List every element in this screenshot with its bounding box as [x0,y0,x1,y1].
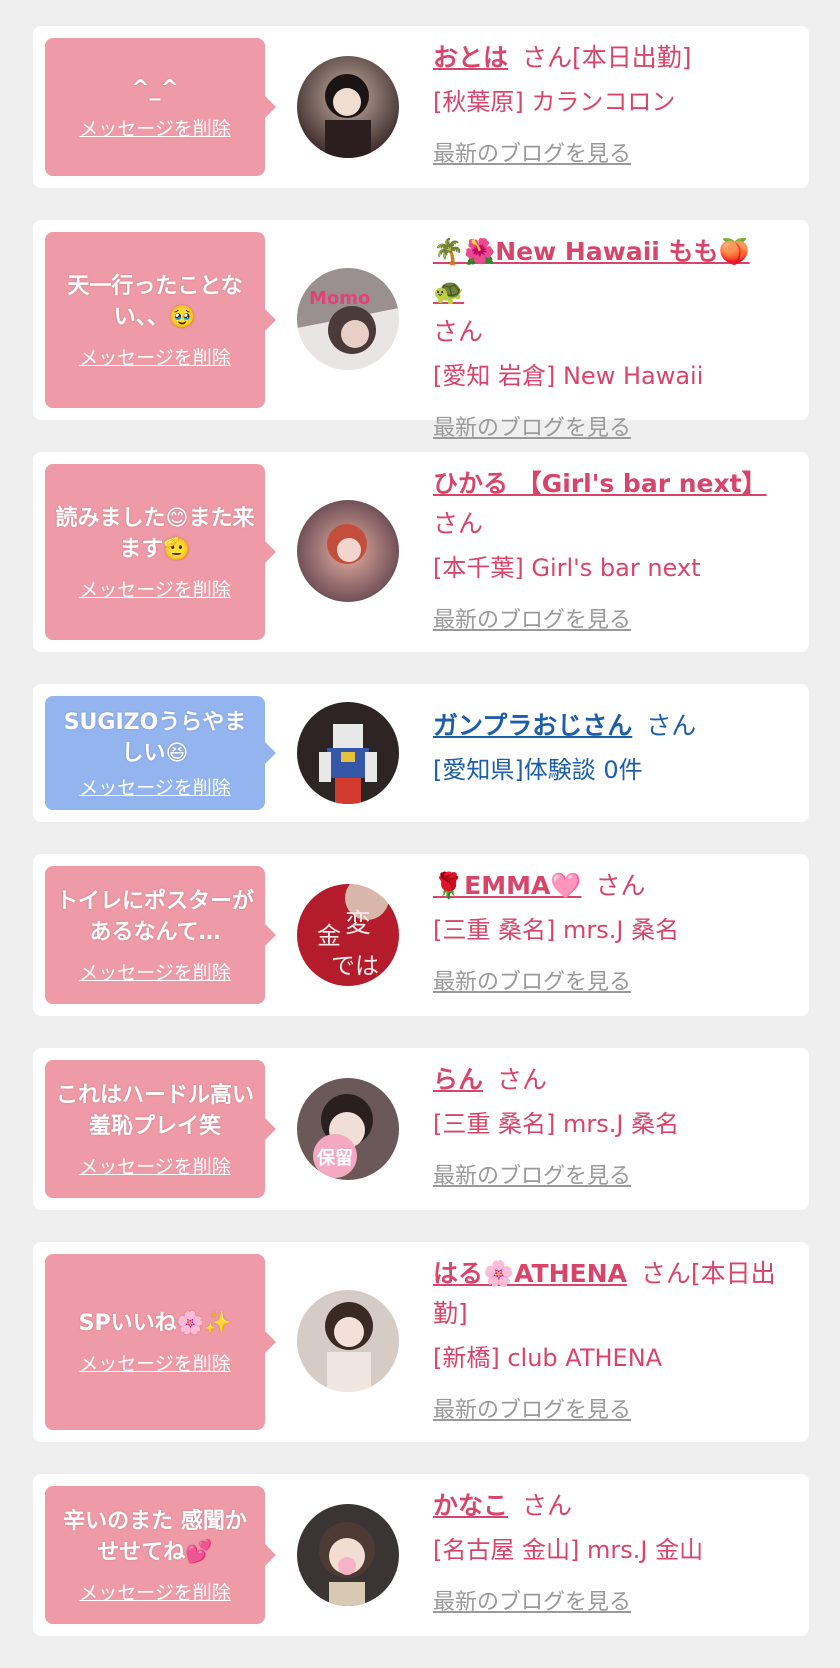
avatar[interactable] [297,1504,399,1606]
user-name-link[interactable]: ガンプラおじさん [433,711,632,740]
message-text: 辛いのまた 感聞かせせてね💕 [63,1508,247,1565]
message-text: トイレにポスターがあるなんて… [55,888,254,945]
user-info: 🌴🌺New Hawaii もも🍑🐢 さん [愛知 岩倉] New Hawaii 最… [433,232,789,442]
user-name-link[interactable]: はる🌸ATHENA [433,1259,627,1288]
shop-label: [新橋] club ATHENA [433,1344,663,1372]
avatar[interactable] [297,500,399,602]
avatar[interactable] [297,702,399,804]
delete-message-link[interactable]: メッセージを削除 [79,1349,231,1376]
shop-label: [三重 桑名] mrs.J 桑名 [433,916,680,944]
message-text: 読みました😊また来ます🫡 [55,505,255,562]
shop-label: [本千葉] Girl's bar next [433,554,701,582]
user-name-link[interactable]: 🌴🌺New Hawaii もも🍑🐢 [433,237,750,306]
message-bubble: これはハードル高い羞恥プレイ笑 メッセージを削除 [45,1060,276,1198]
honorific: さん [433,317,484,346]
view-blog-link[interactable]: 最新のブログを見る [433,1584,631,1616]
svg-text:金: 金 [317,922,341,950]
honorific: さん [522,1491,573,1520]
honorific: さん[本日出勤] [522,43,692,72]
view-blog-link[interactable]: 最新のブログを見る [433,964,631,996]
shop-label: [三重 桑名] mrs.J 桑名 [433,1110,680,1138]
message-card: SPいいね🌸✨ メッセージを削除 はる🌸ATHENA さん[本日出勤] [新橋] … [33,1242,809,1442]
user-name-link[interactable]: 🌹EMMA🩷 [433,871,581,900]
delete-message-link[interactable]: メッセージを削除 [79,343,231,370]
message-card: 天一行ったことない、、🥹 メッセージを削除 Momo 🌴🌺New Hawaii … [33,220,809,441]
avatar[interactable]: 金変では [297,884,399,986]
delete-message-link[interactable]: メッセージを削除 [79,575,231,602]
honorific: さん [646,711,697,740]
message-bubble: 天一行ったことない、、🥹 メッセージを削除 [45,232,276,408]
user-info: 🌹EMMA🩷 さん [三重 桑名] mrs.J 桑名 最新のブログを見る [433,866,789,996]
message-bubble: SUGIZOうらやましい😆 メッセージを削除 [45,696,276,810]
delete-message-link[interactable]: メッセージを削除 [79,958,231,985]
user-name-link[interactable]: ひかる 【Girl's bar next】 [433,469,767,498]
message-card: これはハードル高い羞恥プレイ笑 メッセージを削除 保留 らん さん [三重 桑名]… [33,1048,809,1210]
user-name-link[interactable]: らん [433,1065,483,1094]
message-text: ^_^ [131,76,179,101]
message-bubble: 読みました😊また来ます🫡 メッセージを削除 [45,464,276,640]
view-blog-link[interactable]: 最新のブログを見る [433,1392,631,1424]
avatar[interactable] [297,56,399,158]
delete-message-link[interactable]: メッセージを削除 [79,1152,231,1179]
message-card: SUGIZOうらやましい😆 メッセージを削除 ガンプラおじさん さん [愛知県]体… [33,684,809,822]
user-name-link[interactable]: かなこ [433,1491,508,1520]
message-card: 読みました😊また来ます🫡 メッセージを削除 ひかる 【Girl's bar ne… [33,452,809,652]
honorific: さん [595,871,646,900]
user-info: かなこ さん [名古屋 金山] mrs.J 金山 最新のブログを見る [433,1486,789,1616]
view-blog-link[interactable]: 最新のブログを見る [433,602,631,634]
user-name-link[interactable]: おとは [433,43,508,72]
svg-text:変: 変 [345,909,371,939]
message-text: これはハードル高い羞恥プレイ笑 [55,1082,254,1139]
svg-text:保留: 保留 [316,1147,353,1169]
user-info: はる🌸ATHENA さん[本日出勤] [新橋] club ATHENA 最新のブロ… [433,1254,789,1424]
message-bubble: 辛いのまた 感聞かせせてね💕 メッセージを削除 [45,1486,276,1624]
shop-label: [愛知県]体験談 0件 [433,756,643,784]
message-card: 辛いのまた 感聞かせせてね💕 メッセージを削除 かなこ さん [名古屋 金山] m… [33,1474,809,1636]
avatar[interactable] [297,1290,399,1392]
honorific: さん [497,1065,548,1094]
shop-label: [秋葉原] カランコロン [433,88,676,116]
delete-message-link[interactable]: メッセージを削除 [79,1578,231,1605]
view-blog-link[interactable]: 最新のブログを見る [433,136,631,168]
message-bubble: トイレにポスターがあるなんて… メッセージを削除 [45,866,276,1004]
user-info: らん さん [三重 桑名] mrs.J 桑名 最新のブログを見る [433,1060,789,1190]
view-blog-link[interactable]: 最新のブログを見る [433,1158,631,1190]
delete-message-link[interactable]: メッセージを削除 [79,773,231,800]
user-info: ひかる 【Girl's bar next】さん [本千葉] Girl's bar… [433,464,789,634]
svg-text:では: では [331,952,379,980]
user-info: おとは さん[本日出勤] [秋葉原] カランコロン 最新のブログを見る [433,38,789,168]
message-bubble: ^_^ メッセージを削除 [45,38,276,176]
svg-text:Momo: Momo [309,288,370,309]
message-bubble: SPいいね🌸✨ メッセージを削除 [45,1254,276,1430]
avatar[interactable]: Momo [297,268,399,370]
shop-label: [愛知 岩倉] New Hawaii [433,362,704,390]
message-card: ^_^ メッセージを削除 おとは さん[本日出勤] [秋葉原] カランコロン 最新… [33,26,809,188]
shop-label: [名古屋 金山] mrs.J 金山 [433,1536,704,1564]
user-info: ガンプラおじさん さん [愛知県]体験談 0件 [433,706,789,790]
message-text: SPいいね🌸✨ [78,1311,232,1336]
message-card: トイレにポスターがあるなんて… メッセージを削除 金変では 🌹EMMA🩷 さん [… [33,854,809,1016]
avatar[interactable]: 保留 [297,1078,399,1180]
message-text: SUGIZOうらやましい😆 [63,709,247,766]
message-text: 天一行ったことない、、🥹 [67,273,243,330]
message-list: ^_^ メッセージを削除 おとは さん[本日出勤] [秋葉原] カランコロン 最新… [33,26,809,1668]
delete-message-link[interactable]: メッセージを削除 [79,114,231,141]
honorific: さん [433,509,484,538]
view-blog-link[interactable]: 最新のブログを見る [433,410,631,442]
